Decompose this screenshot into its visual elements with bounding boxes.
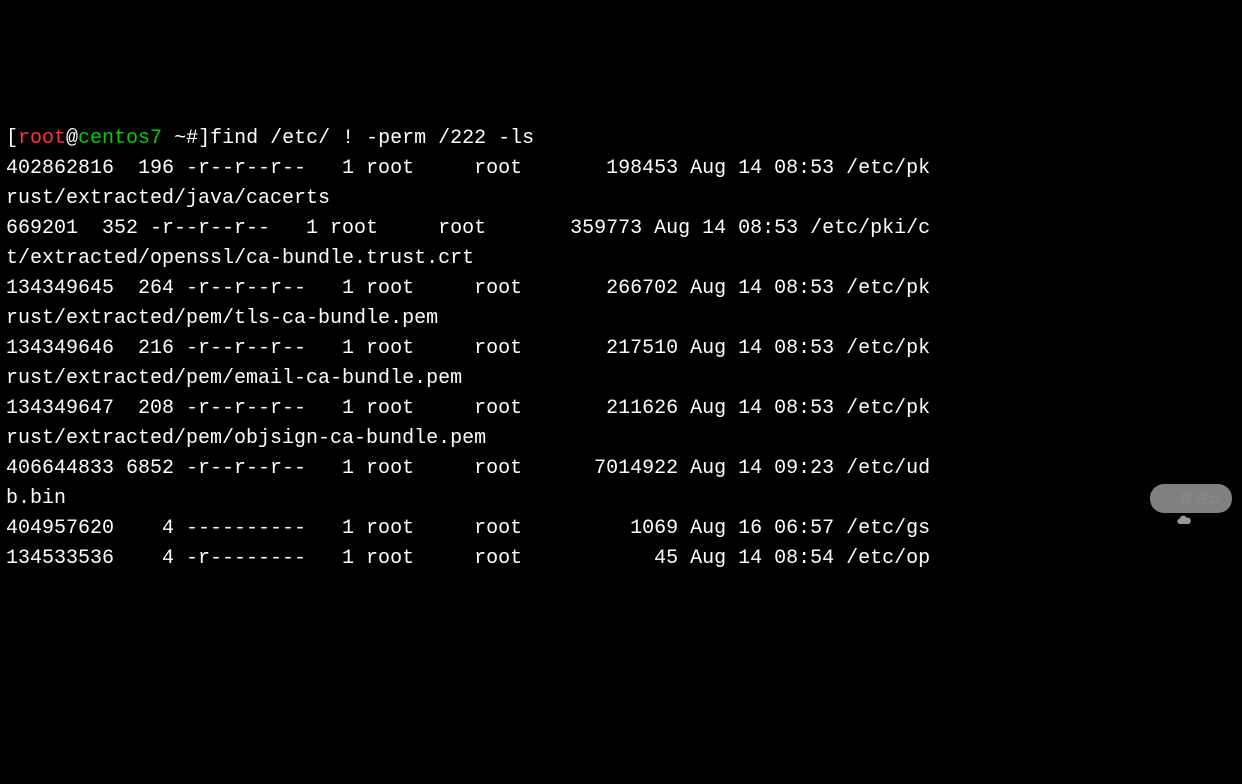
bracket-open: [ [6, 127, 18, 150]
output-line: 134349647 208 -r--r--r-- 1 root root 211… [6, 394, 1236, 424]
bracket-close: ] [198, 127, 210, 150]
output-line: t/extracted/openssl/ca-bundle.trust.crt [6, 244, 1236, 274]
cloud-icon [1160, 491, 1176, 507]
prompt-at: @ [66, 127, 78, 150]
output-line: 404957620 4 ---------- 1 root root 1069 … [6, 514, 1236, 544]
output-line: rust/extracted/pem/email-ca-bundle.pem [6, 364, 1236, 394]
prompt-tilde: ~# [174, 127, 198, 150]
prompt-user: root [18, 127, 66, 150]
output-line: rust/extracted/pem/objsign-ca-bundle.pem [6, 424, 1236, 454]
output-line: 134349645 264 -r--r--r-- 1 root root 266… [6, 274, 1236, 304]
output-line: 134349646 216 -r--r--r-- 1 root root 217… [6, 334, 1236, 364]
watermark-badge: 亿速云 [1150, 484, 1232, 513]
output-line: 402862816 196 -r--r--r-- 1 root root 198… [6, 154, 1236, 184]
output-line: 669201 352 -r--r--r-- 1 root root 359773… [6, 214, 1236, 244]
output-line: rust/extracted/pem/tls-ca-bundle.pem [6, 304, 1236, 334]
output-line: b.bin [6, 484, 1236, 514]
prompt-line[interactable]: [root@centos7 ~#]find /etc/ ! -perm /222… [6, 124, 1236, 154]
output-line: 406644833 6852 -r--r--r-- 1 root root 70… [6, 454, 1236, 484]
output-line: rust/extracted/java/cacerts [6, 184, 1236, 214]
prompt-host: centos7 [78, 127, 162, 150]
terminal-output[interactable]: [root@centos7 ~#]find /etc/ ! -perm /222… [6, 124, 1236, 574]
output-line: 134533536 4 -r-------- 1 root root 45 Au… [6, 544, 1236, 574]
watermark-text: 亿速云 [1180, 488, 1222, 509]
command-text: find /etc/ ! -perm /222 -ls [210, 127, 534, 150]
